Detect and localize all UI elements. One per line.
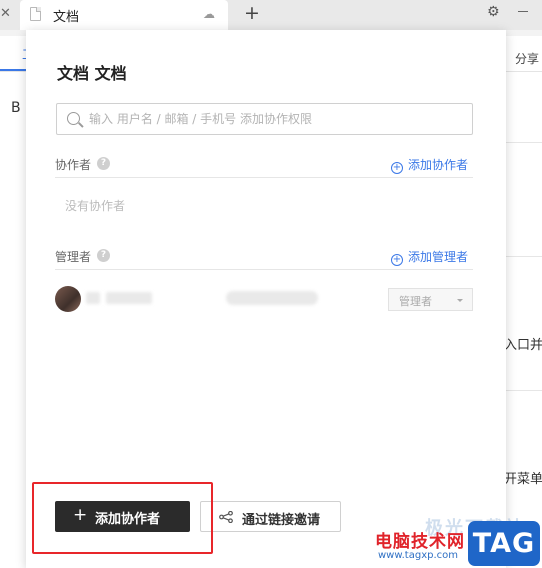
panel-title: 文档 文档 xyxy=(57,64,127,83)
redacted-name xyxy=(106,292,152,304)
managers-label: 管理者 xyxy=(55,250,92,264)
gear-icon[interactable]: ⚙ xyxy=(487,4,500,20)
side-text: 入口并 xyxy=(504,338,542,353)
divider xyxy=(505,256,542,257)
watermark-url: www.tagxp.com xyxy=(378,550,458,561)
add-manager-label: 添加管理者 xyxy=(408,250,469,264)
search-box[interactable] xyxy=(56,103,473,135)
help-icon[interactable]: ? xyxy=(97,249,110,262)
close-icon[interactable]: ✕ xyxy=(0,6,11,21)
share-button[interactable]: 分享 xyxy=(515,50,539,67)
minimize-icon[interactable] xyxy=(518,11,528,12)
cloud-icon: ☁ xyxy=(203,7,215,21)
plus-circle-icon: + xyxy=(391,162,403,174)
watermark-text: 电脑技术网 xyxy=(375,532,465,552)
tab-title: 文档 xyxy=(53,10,80,25)
invite-via-link-label: 通过链接邀请 xyxy=(242,513,321,528)
browser-tab-bar: ✕ 文档 ☁ + ⚙ xyxy=(0,0,542,30)
add-collaborator-link[interactable]: + 添加协作者 xyxy=(391,156,468,174)
side-text: 开菜单 xyxy=(504,472,542,487)
watermark-logo: TAG xyxy=(468,521,540,566)
divider xyxy=(505,142,542,143)
add-collaborator-label: 添加协作者 xyxy=(408,158,469,172)
role-select-value: 管理者 xyxy=(399,295,432,308)
divider xyxy=(505,390,542,391)
invite-via-link-button[interactable]: 通过链接邀请 xyxy=(200,501,341,532)
role-select[interactable]: 管理者 xyxy=(388,288,473,311)
collaborators-label: 协作者 xyxy=(55,158,92,172)
right-panel xyxy=(505,72,542,568)
bold-button[interactable]: B xyxy=(11,100,21,116)
redacted-name xyxy=(86,292,100,304)
add-manager-link[interactable]: + 添加管理者 xyxy=(391,248,468,266)
document-icon xyxy=(30,7,41,21)
empty-collaborators-text: 没有协作者 xyxy=(65,199,126,213)
chevron-down-icon xyxy=(457,299,463,302)
left-panel xyxy=(0,72,28,568)
highlight-box xyxy=(32,482,213,554)
new-tab-button[interactable]: + xyxy=(244,2,260,24)
plus-circle-icon: + xyxy=(391,254,403,266)
divider xyxy=(55,269,473,270)
browser-tab[interactable]: 文档 ☁ xyxy=(20,0,228,30)
help-icon[interactable]: ? xyxy=(97,157,110,170)
redacted-contact xyxy=(226,291,318,305)
share-icon xyxy=(219,511,233,523)
avatar xyxy=(55,286,81,312)
search-input[interactable] xyxy=(89,104,469,134)
divider xyxy=(55,177,473,178)
search-icon xyxy=(67,112,80,125)
